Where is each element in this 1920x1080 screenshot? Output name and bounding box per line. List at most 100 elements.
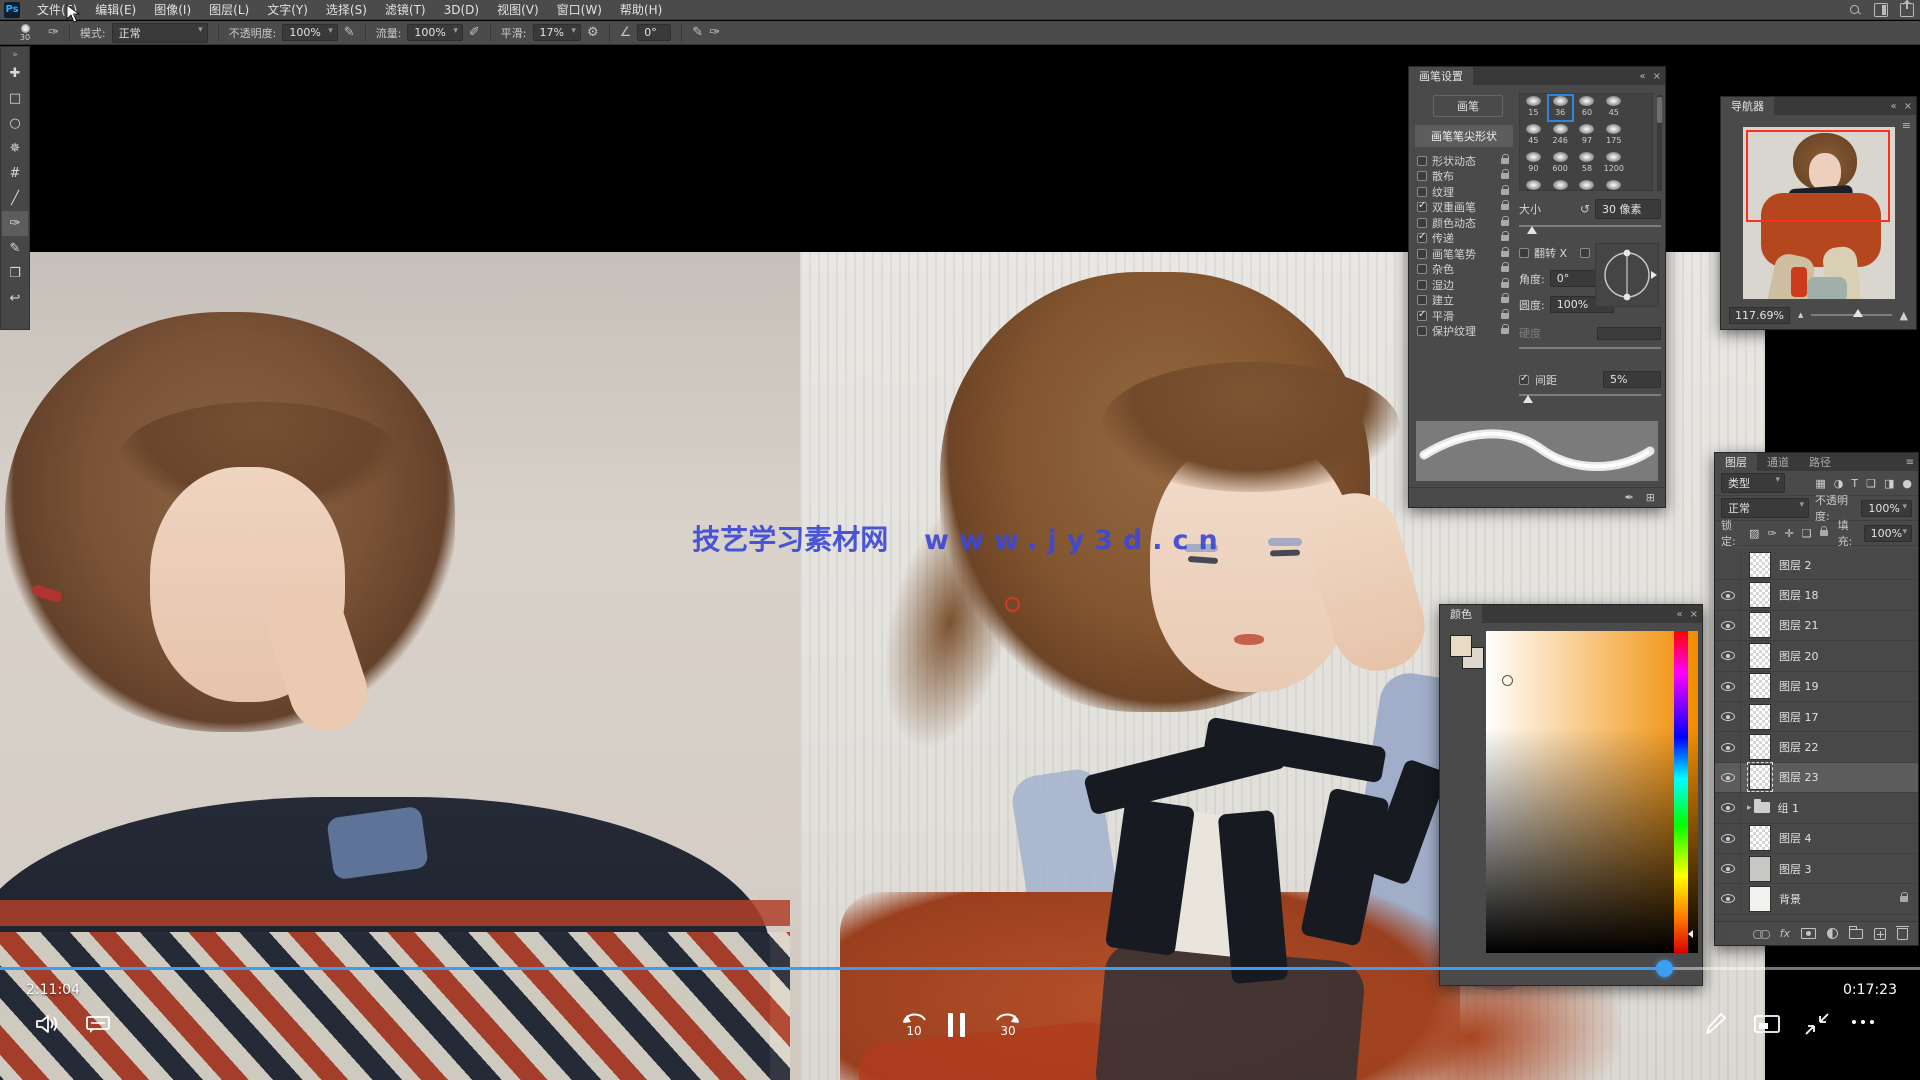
brush-tip-90[interactable]: 90 (1520, 150, 1547, 178)
symmetry-icon[interactable]: ✑ (709, 25, 720, 40)
adjustment-layer-icon[interactable] (1827, 928, 1838, 939)
layer-name[interactable]: 背景 (1779, 891, 1801, 907)
spacing-value[interactable]: 5% (1603, 371, 1661, 388)
filter-icon-1[interactable]: ◑ (1834, 477, 1844, 490)
layer-visibility-toggle[interactable] (1715, 702, 1741, 731)
lock-option-icon-3[interactable]: ❑ (1802, 527, 1812, 540)
magic-wand-tool[interactable]: ✵ (2, 136, 28, 161)
marquee-tool[interactable]: □ (2, 86, 28, 111)
video-progress-remaining[interactable] (1665, 967, 1920, 970)
new-layer-icon[interactable] (1874, 928, 1886, 940)
brush-tip-45[interactable]: 45 (1520, 122, 1547, 150)
crop-tool[interactable]: # (2, 161, 28, 186)
brush-option-checkbox[interactable] (1417, 171, 1427, 181)
layer-visibility-toggle[interactable] (1715, 793, 1741, 822)
layer-thumbnail[interactable] (1749, 856, 1771, 882)
layer-row-0[interactable]: 图层 2 (1715, 550, 1918, 580)
menu-item-1[interactable]: 编辑(E) (86, 0, 145, 20)
menu-item-8[interactable]: 视图(V) (488, 0, 548, 20)
opacity-pressure-icon[interactable]: ✎ (344, 25, 355, 40)
menu-item-5[interactable]: 选择(S) (317, 0, 376, 20)
brush-option-checkbox[interactable] (1417, 326, 1427, 336)
layer-thumbnail[interactable] (1749, 612, 1771, 638)
layer-row-1[interactable]: 图层 18 (1715, 580, 1918, 610)
menu-item-9[interactable]: 窗口(W) (548, 0, 611, 20)
filter-icon-4[interactable]: ◨ (1884, 477, 1894, 490)
layer-row-4[interactable]: 图层 19 (1715, 672, 1918, 702)
pressure-size-icon[interactable]: ✎ (692, 25, 703, 40)
layer-visibility-toggle[interactable] (1715, 763, 1741, 792)
filter-icon-0[interactable]: ▦ (1815, 477, 1825, 490)
blend-mode-select[interactable]: 正常 (112, 23, 208, 43)
brush-option-checkbox[interactable] (1417, 218, 1427, 228)
video-progress-bar[interactable] (0, 967, 1665, 970)
layer-name[interactable]: 图层 23 (1779, 769, 1819, 785)
collapse-icon[interactable]: « (1890, 101, 1896, 112)
layer-name[interactable]: 图层 18 (1779, 587, 1819, 603)
brush-tip-36[interactable]: 36 (1547, 94, 1574, 122)
layer-visibility-toggle[interactable] (1715, 732, 1741, 761)
reset-size-icon[interactable]: ↺ (1580, 202, 1590, 216)
layer-name[interactable]: 图层 22 (1779, 739, 1819, 755)
zoom-out-icon[interactable]: ▲ (1798, 311, 1803, 319)
layer-blend-mode-select[interactable]: 正常 (1721, 498, 1809, 518)
layer-visibility-toggle[interactable] (1715, 672, 1741, 701)
danmaku-button[interactable] (84, 1012, 112, 1036)
lasso-tool[interactable]: ○ (2, 111, 28, 136)
search-icon[interactable] (1848, 3, 1862, 17)
rewind-10-button[interactable]: 10 (894, 1008, 934, 1038)
layer-row-7[interactable]: 图层 23 (1715, 763, 1918, 793)
workspace-icon[interactable] (1874, 3, 1888, 17)
brush-tip-clipped[interactable] (1600, 178, 1627, 191)
layer-name[interactable]: 图层 4 (1779, 830, 1812, 846)
pause-button[interactable] (948, 1012, 974, 1038)
menu-item-2[interactable]: 图像(I) (145, 0, 200, 20)
add-mask-icon[interactable] (1801, 928, 1816, 939)
brush-option-6[interactable]: 画笔笔势 (1415, 246, 1513, 262)
layer-row-3[interactable]: 图层 20 (1715, 641, 1918, 671)
brush-tip-56[interactable]: 56 (1520, 178, 1547, 191)
lock-option-icon-2[interactable]: ✛ (1785, 527, 1794, 540)
flip-y-checkbox[interactable] (1580, 248, 1590, 258)
layer-visibility-toggle[interactable] (1715, 580, 1741, 609)
size-value[interactable]: 30 像素 (1595, 199, 1661, 219)
close-icon[interactable]: × (1904, 101, 1912, 112)
exit-fullscreen-button[interactable] (1802, 1010, 1832, 1038)
flip-x-checkbox[interactable] (1519, 248, 1529, 258)
layer-row-6[interactable]: 图层 22 (1715, 732, 1918, 762)
move-tool[interactable]: ✚ (2, 61, 28, 86)
brush-tool[interactable]: ✑ (2, 211, 28, 236)
close-icon[interactable]: × (1690, 609, 1698, 620)
layer-name[interactable]: 图层 19 (1779, 678, 1819, 694)
layer-name[interactable]: 图层 20 (1779, 648, 1819, 664)
layer-style-icon[interactable]: fx (1780, 927, 1790, 940)
layer-row-2[interactable]: 图层 21 (1715, 611, 1918, 641)
layer-filter-select[interactable]: 类型 (1721, 473, 1785, 493)
layer-thumbnail[interactable] (1749, 582, 1771, 608)
brush-tip-58[interactable]: 58 (1574, 150, 1601, 178)
layer-row-5[interactable]: 图层 17 (1715, 702, 1918, 732)
brush-option-checkbox[interactable] (1417, 311, 1427, 321)
lock-option-icon-0[interactable]: ▨ (1749, 527, 1759, 540)
layer-thumbnail[interactable] (1749, 825, 1771, 851)
smoothing-gear-icon[interactable]: ⚙ (587, 25, 599, 40)
brush-option-11[interactable]: 保护纹理 (1415, 324, 1513, 340)
lock-all-icon[interactable] (1820, 530, 1828, 536)
brush-tip-45[interactable]: 45 (1600, 94, 1627, 122)
zoom-slider[interactable] (1811, 314, 1891, 316)
more-options-button[interactable] (1852, 1020, 1874, 1024)
panel-menu-icon[interactable]: ≡ (1902, 119, 1911, 132)
group-expand-arrow[interactable]: ▸ (1747, 803, 1752, 813)
layer-thumbnail[interactable] (1749, 704, 1771, 730)
layer-name[interactable]: 组 1 (1778, 800, 1800, 816)
tab-color[interactable]: 颜色 (1440, 605, 1482, 623)
tab-brush-settings[interactable]: 画笔设置 (1409, 67, 1473, 85)
brush-option-checkbox[interactable] (1417, 156, 1427, 166)
navigator-view-rectangle[interactable] (1746, 130, 1890, 222)
brush-option-checkbox[interactable] (1417, 295, 1427, 305)
share-icon[interactable] (1900, 3, 1914, 17)
history-brush-tool[interactable]: ↩ (2, 286, 28, 311)
filter-icon-5[interactable]: ● (1902, 477, 1912, 490)
color-picker-cursor[interactable] (1502, 675, 1513, 686)
brush-option-8[interactable]: 湿边 (1415, 277, 1513, 293)
